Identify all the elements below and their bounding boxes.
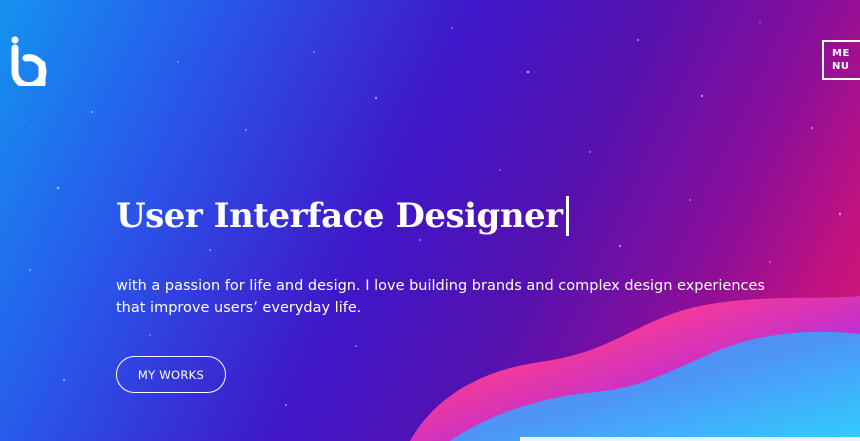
hero-intro-text: with a passion for life and design. I lo…: [116, 278, 765, 316]
my-works-button-label: MY WORKS: [137, 367, 205, 382]
hero-headline: User Interface Designer: [116, 186, 569, 246]
my-works-button[interactable]: MY WORKS: [116, 356, 226, 393]
text-cursor-icon: [565, 196, 569, 236]
hero-section: MENU User Interface Designer with a pass…: [0, 0, 860, 441]
logo-dot-icon: [11, 36, 19, 44]
hero-headline-text: User Interface Designer: [116, 196, 563, 236]
menu-button[interactable]: MENU: [822, 40, 860, 80]
ia-monogram-logo[interactable]: [10, 34, 54, 86]
menu-button-label: MENU: [832, 48, 850, 72]
